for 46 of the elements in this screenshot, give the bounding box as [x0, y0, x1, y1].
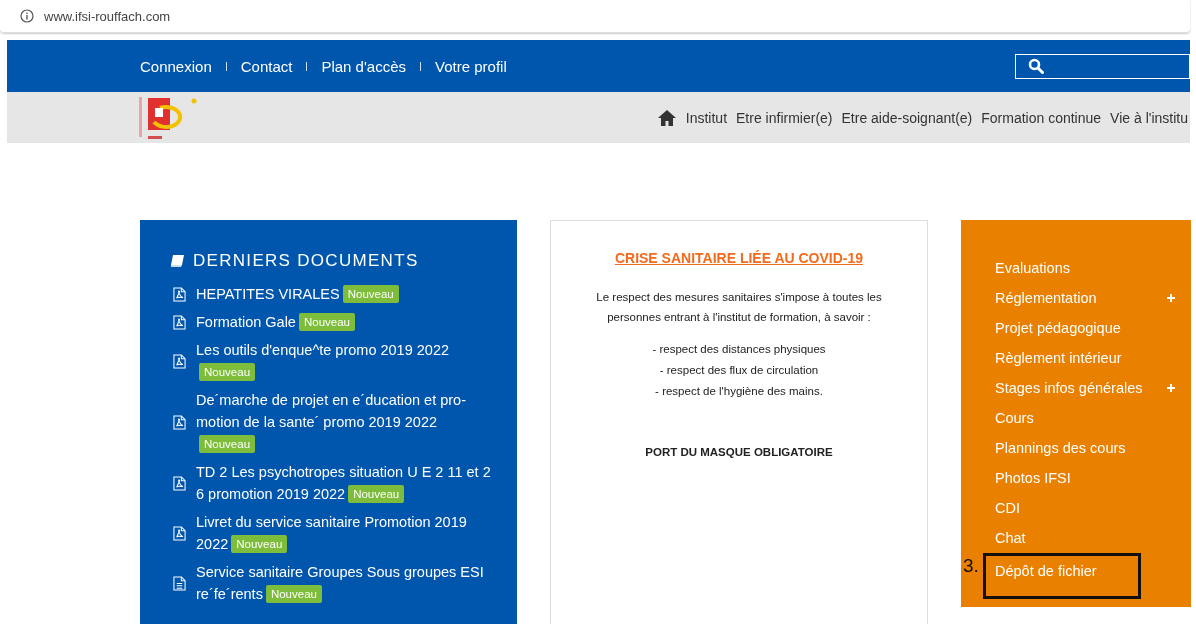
search-icon: [1028, 58, 1044, 74]
plus-icon[interactable]: [1167, 294, 1175, 302]
new-badge: Nouveau: [199, 435, 256, 453]
nav-link[interactable]: Institut: [685, 109, 728, 126]
info-icon: [20, 9, 34, 23]
search-field[interactable]: [1015, 53, 1190, 79]
notice-text: Le respect des mesures sanitaires s'impose à toutes les personnes entrant à l'institut de formation, à savoir :: [595, 290, 883, 325]
pdf-file-icon: [173, 475, 186, 491]
document-link[interactable]: Les outils d'enque^te promo 2019 2022 Nouveau: [196, 339, 496, 383]
top-link[interactable]: Contact: [240, 57, 293, 75]
pdf-file-icon: [173, 414, 186, 430]
document-link[interactable]: TD 2 Les psychotropes situation U E 2 11 et 2 6 promotion 2019 2022 Nouveau: [196, 461, 496, 505]
home-icon[interactable]: [656, 108, 677, 127]
new-badge: Nouveau: [231, 535, 288, 553]
top-link[interactable]: Plan d'accès: [321, 57, 406, 75]
nav-link[interactable]: Etre aide-soignant(e): [841, 109, 973, 126]
new-badge: Nouveau: [199, 363, 256, 381]
pdf-file-icon: [173, 314, 186, 330]
pdf-file-icon: [173, 286, 186, 302]
document-icon: [173, 575, 186, 591]
new-badge: Nouveau: [348, 485, 405, 503]
measure-text: - respect de l'hygiène des mains.: [655, 384, 823, 399]
pdf-file-icon: [173, 353, 186, 369]
notice-footer: PORT DU MASQUE OBLIGATOIRE: [645, 446, 833, 458]
nav-link[interactable]: Vie à l'institu: [1110, 109, 1188, 126]
panel-title: DERNIERS DOCUMENTS: [193, 251, 419, 271]
pdf-file-icon: [173, 525, 186, 541]
book-icon: [170, 254, 185, 268]
url-text: www.ifsi-rouffach.com: [44, 8, 171, 24]
nav-link[interactable]: Etre infirmier(e): [736, 109, 833, 126]
new-badge: Nouveau: [342, 285, 399, 303]
document-link[interactable]: Livret du service sanitaire Promotion 2019 2022 Nouveau: [196, 511, 496, 555]
document-link[interactable]: De´marche de projet en e´ducation et pro-motion de la sante´ promo 2019 2022 Nouveau: [196, 389, 496, 455]
top-link[interactable]: Connexion: [140, 57, 212, 75]
measure-text: - respect des flux de circulation: [659, 363, 819, 378]
annotation-number: 3.: [963, 555, 979, 577]
measure-text: - respect des distances physiques: [652, 342, 826, 357]
address-bar[interactable]: www.ifsi-rouffach.com: [0, 0, 1190, 33]
nav-link[interactable]: Formation continue: [981, 109, 1102, 126]
new-badge: Nouveau: [298, 313, 355, 331]
plus-icon[interactable]: [1167, 384, 1175, 392]
document-link[interactable]: Formation Gale Nouveau: [196, 311, 496, 333]
top-link[interactable]: Votre profil: [435, 57, 507, 75]
document-link[interactable]: Service sanitaire Groupes Sous groupes ESI re´fe´rents Nouveau: [196, 561, 496, 605]
new-badge: Nouveau: [265, 585, 322, 603]
document-link[interactable]: HEPATITES VIRALES Nouveau: [196, 283, 496, 305]
